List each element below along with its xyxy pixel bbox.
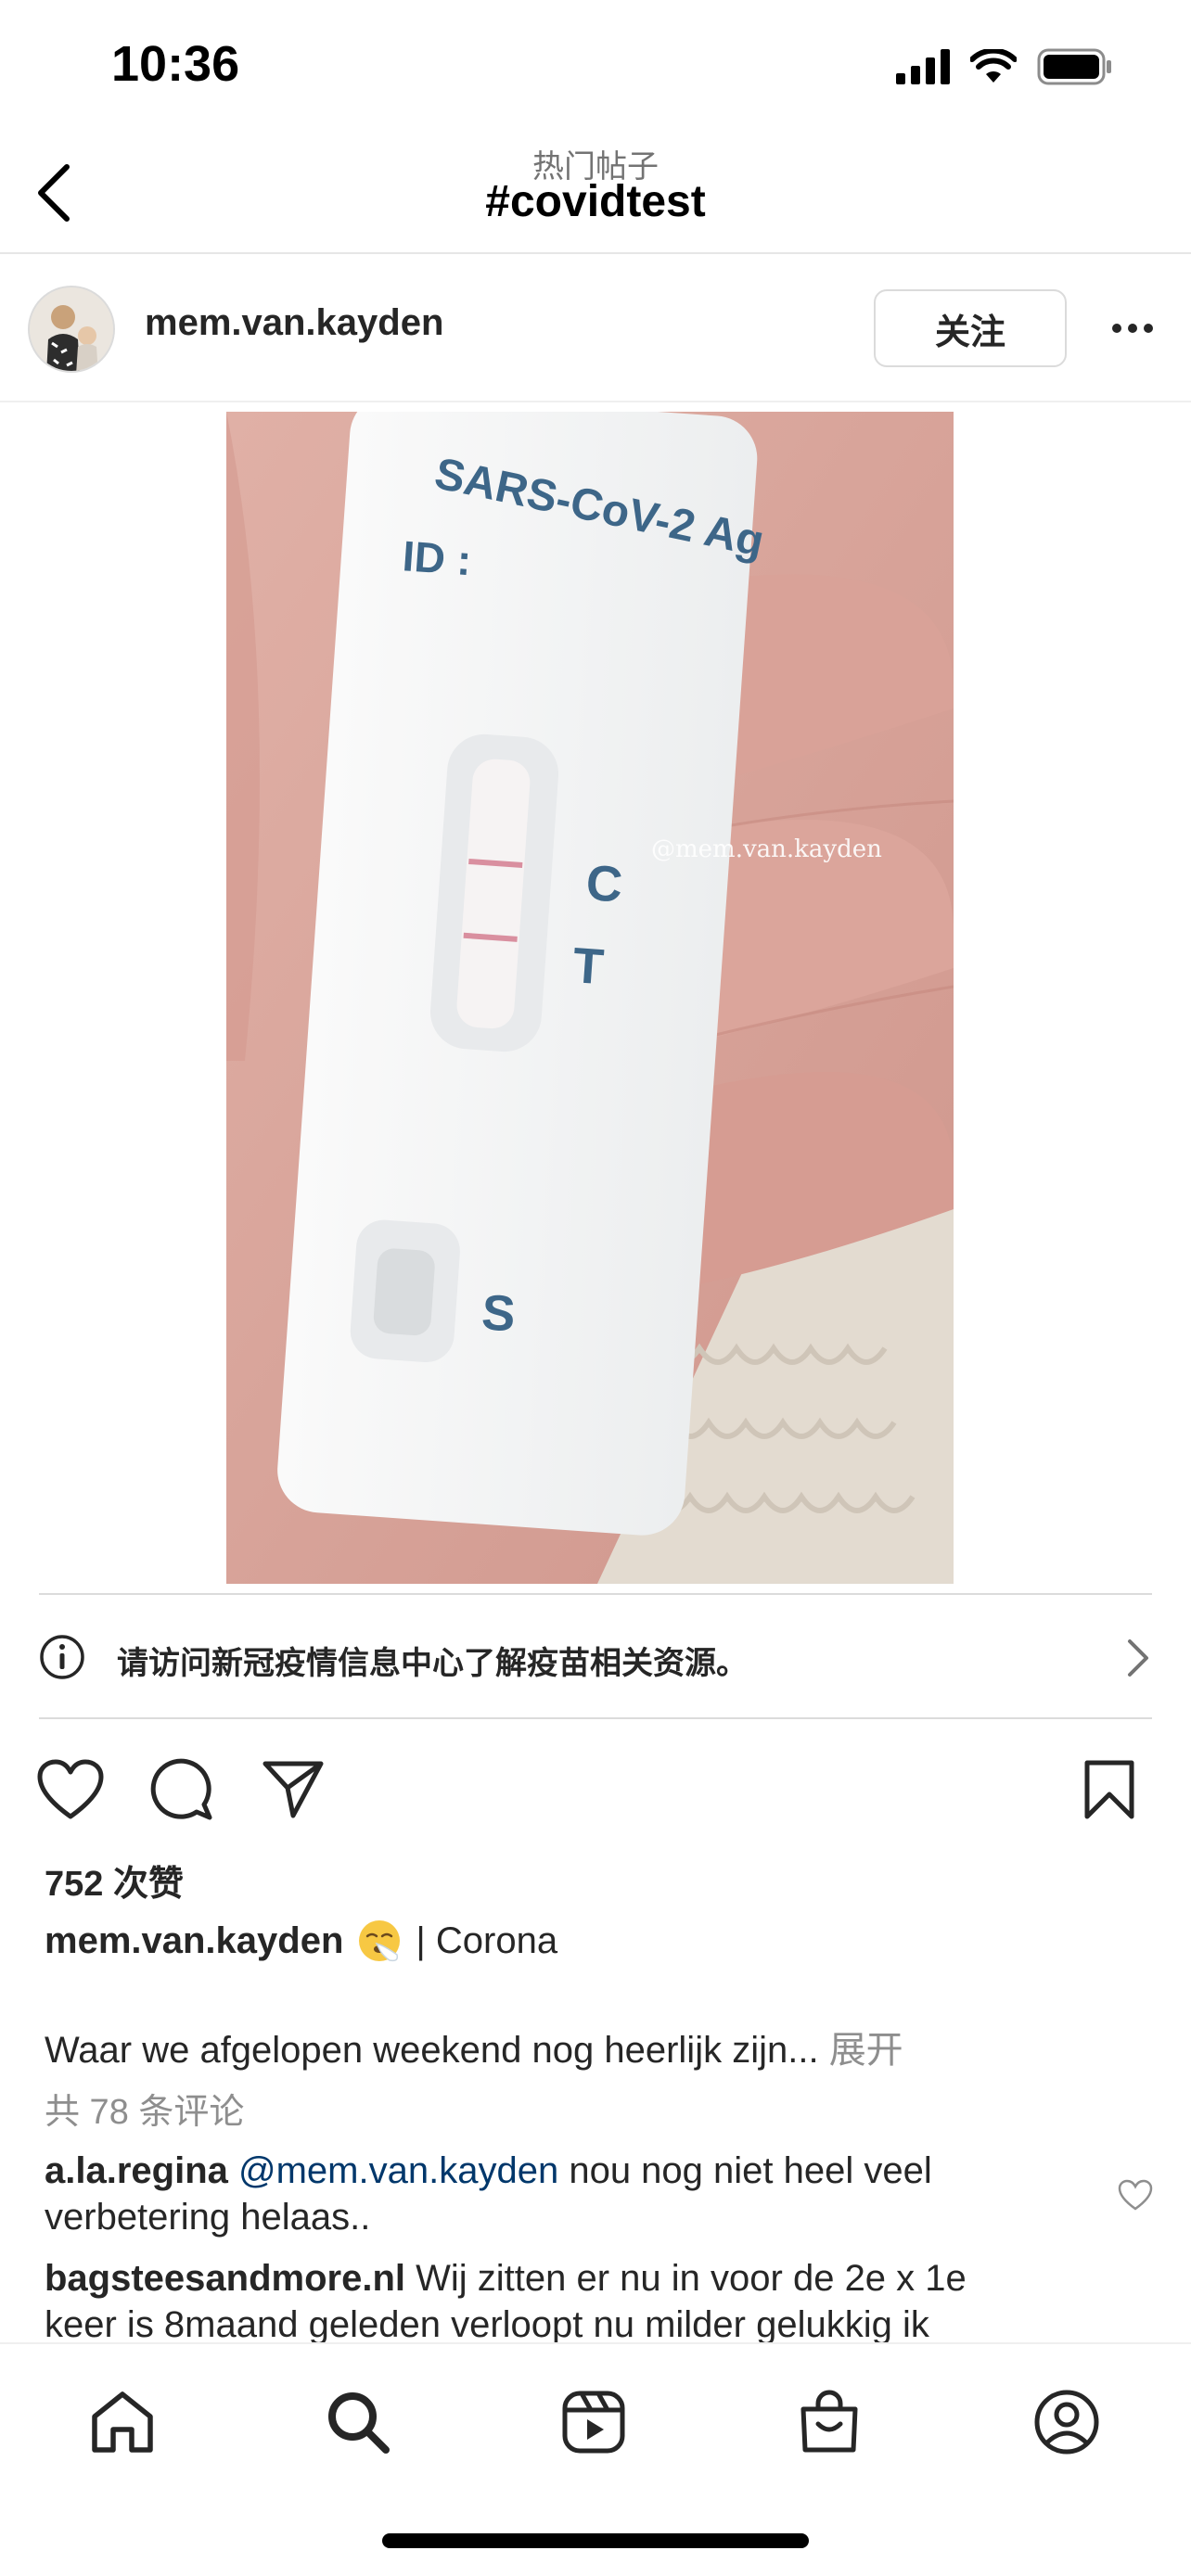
- status-time: 10:36: [111, 36, 240, 92]
- comment-like-icon[interactable]: [1117, 2177, 1154, 2214]
- tab-reels[interactable]: [557, 2385, 631, 2459]
- bookmark-icon: [1084, 1760, 1134, 1819]
- comment-text-continued: verbetering helaas..: [45, 2197, 371, 2238]
- heart-icon: [37, 1759, 104, 1819]
- caption-tag: | Corona: [416, 1919, 558, 1961]
- like-button[interactable]: [37, 1756, 104, 1823]
- tab-profile[interactable]: [1030, 2385, 1104, 2459]
- avatar-image: [30, 287, 113, 371]
- expand-caption-link[interactable]: 展开: [829, 2030, 903, 2071]
- caption-username[interactable]: mem.van.kayden: [45, 1920, 343, 1962]
- image-watermark: @mem.van.kayden: [651, 835, 882, 863]
- chevron-right-icon: [1128, 1639, 1148, 1677]
- share-button[interactable]: [260, 1756, 327, 1823]
- battery-icon: [1037, 48, 1111, 85]
- covid-info-banner[interactable]: 请访问新冠疫情信息中心了解疫苗相关资源。: [39, 1593, 1152, 1719]
- nav-header: 热门帖子 #covidtest: [0, 130, 1191, 254]
- ellipsis-icon: [1112, 324, 1153, 333]
- post-username[interactable]: mem.van.kayden: [145, 302, 443, 344]
- comment-username[interactable]: a.la.regina: [45, 2150, 228, 2191]
- page-title: #covidtest: [485, 177, 706, 226]
- like-count[interactable]: 752 次赞: [45, 1855, 184, 1906]
- comment-mention[interactable]: @mem.van.kayden: [238, 2150, 558, 2191]
- comment-item: bagsteesandmore.nl Wij zitten er nu in v…: [45, 2255, 1158, 2342]
- post-actions: [0, 1743, 1191, 1836]
- home-indicator[interactable]: [382, 2533, 809, 2548]
- tab-search[interactable]: [321, 2385, 395, 2459]
- post-header: mem.van.kayden 关注: [0, 256, 1191, 402]
- caption-text: Waar we afgelopen weekend nog heerlijk z…: [45, 2020, 903, 2073]
- info-banner-text: 请访问新冠疫情信息中心了解疫苗相关资源。: [117, 1646, 748, 1681]
- sneezing-face-icon: [359, 1920, 401, 1962]
- comment-bubble-icon: [150, 1758, 212, 1820]
- test-line-label: T: [571, 937, 606, 995]
- info-circle-icon: [40, 1635, 84, 1679]
- wifi-icon: [970, 49, 1017, 83]
- post-image[interactable]: SARS-CoV-2 Ag ID : C T S @mem.van.kayden: [226, 412, 954, 1584]
- status-icons: [896, 48, 1113, 85]
- cellular-signal-icon: [896, 49, 950, 84]
- sample-well-label: S: [480, 1284, 517, 1342]
- profile-icon: [1034, 2390, 1099, 2455]
- status-bar: 10:36: [0, 0, 1191, 130]
- comment-text-continued: keer is 8maand geleden verloopt nu milde…: [45, 2304, 929, 2342]
- tab-shop[interactable]: [792, 2385, 866, 2459]
- comment-username[interactable]: bagsteesandmore.nl: [45, 2258, 405, 2299]
- more-options-button[interactable]: [1100, 302, 1165, 354]
- view-comments-link[interactable]: 共 78 条评论: [45, 2083, 244, 2134]
- caption-header: mem.van.kayden | Corona: [45, 1918, 557, 1964]
- home-icon: [92, 2391, 153, 2453]
- test-id-label: ID :: [401, 531, 473, 584]
- comment-item: a.la.regina @mem.van.kayden nou nog niet…: [45, 2148, 1083, 2240]
- search-icon: [328, 2392, 390, 2454]
- comment-text: nou nog niet heel veel: [569, 2150, 932, 2191]
- caption-body: Waar we afgelopen weekend nog heerlijk z…: [45, 2030, 819, 2071]
- shop-icon: [800, 2390, 858, 2453]
- tab-home[interactable]: [85, 2385, 160, 2459]
- save-button[interactable]: [1076, 1756, 1143, 1823]
- follow-button[interactable]: 关注: [874, 289, 1067, 367]
- avatar[interactable]: [28, 286, 115, 373]
- control-line-label: C: [584, 855, 624, 913]
- paper-plane-icon: [263, 1761, 324, 1818]
- comment-button[interactable]: [148, 1756, 215, 1823]
- reels-icon: [562, 2391, 625, 2454]
- comment-text: Wij zitten er nu in voor de 2e x 1e: [416, 2258, 967, 2299]
